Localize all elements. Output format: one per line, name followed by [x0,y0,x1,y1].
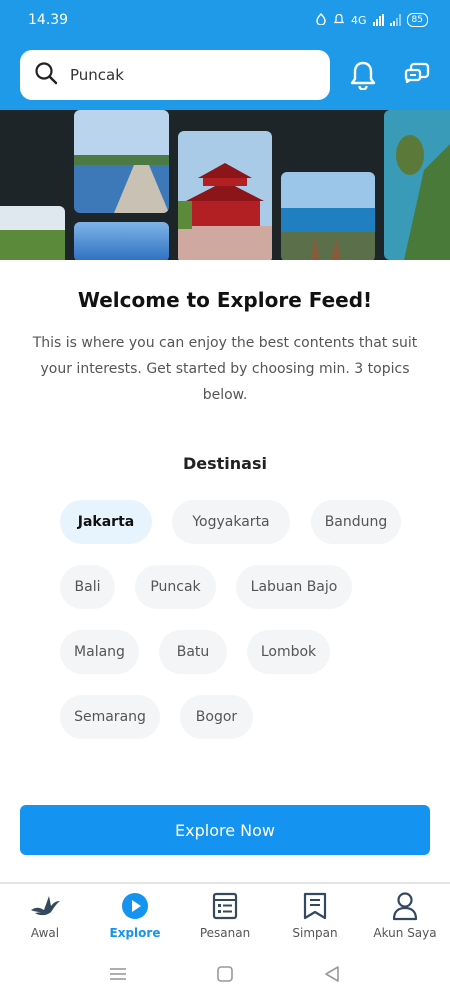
nav-label: Awal [30,926,60,940]
topic-chip-malang[interactable]: Malang [60,630,139,674]
topic-chip-labuan-bajo[interactable]: Labuan Bajo [236,565,352,609]
topic-chip-semarang[interactable]: Semarang [60,695,160,739]
photo-tile-temple [178,131,272,260]
photo-tile-beach [281,172,375,260]
user-icon [392,890,418,922]
app-header [0,40,450,110]
hero-collage [0,110,450,260]
status-time: 14.39 [28,12,69,28]
search-icon [34,61,58,89]
topics-section-title: Destinasi [183,454,267,473]
topic-chip-bali[interactable]: Bali [60,565,115,609]
nav-item-simpan[interactable]: Simpan [270,890,360,948]
nav-item-akun-saya[interactable]: Akun Saya [360,890,450,948]
topic-chip-yogyakarta[interactable]: Yogyakarta [172,500,290,544]
welcome-description: This is where you can enjoy the best con… [32,335,418,403]
topic-chip-lombok[interactable]: Lombok [247,630,330,674]
menu-icon[interactable] [106,964,130,984]
bookmark-icon [302,890,328,922]
search-bar[interactable] [20,50,330,100]
topic-chip-batu[interactable]: Batu [159,630,227,674]
welcome-title: Welcome to Explore Feed! [77,288,373,312]
topic-chip-puncak[interactable]: Puncak [135,565,216,609]
signal-icon-2 [389,14,401,26]
battery-icon: 85 [406,13,428,27]
chat-icon[interactable] [397,55,437,95]
nav-label: Pesanan [199,926,251,940]
photo-tile-water [74,222,169,260]
system-navigation-bar [0,950,450,1000]
topic-chip-bogor[interactable]: Bogor [180,695,253,739]
nav-item-awal[interactable]: Awal [0,890,90,948]
signal-icon [372,14,384,26]
back-icon[interactable] [320,964,344,984]
home-icon[interactable] [213,964,237,984]
orders-list-icon [212,890,238,922]
photo-tile-trees [0,206,65,260]
bird-logo-icon [29,890,61,922]
dnd-icon [333,13,345,28]
photo-tile-pier [74,110,169,213]
nav-label: Explore [109,926,161,940]
nav-item-pesanan[interactable]: Pesanan [180,890,270,948]
nav-item-explore[interactable]: Explore [90,890,180,948]
alarm-icon [315,12,327,28]
network-label: 4G [351,13,367,27]
status-bar: 14.39 4G 85 [0,0,450,40]
nav-label: Simpan [292,926,338,940]
topic-chip-bandung[interactable]: Bandung [311,500,401,544]
bottom-navigation: Awal Explore Pesanan Simpan Akun Saya [0,882,450,950]
topic-chip-jakarta[interactable]: Jakarta [60,500,152,544]
play-circle-icon [121,890,149,922]
search-input[interactable] [70,66,290,84]
photo-tile-cliff [384,110,450,260]
nav-label: Akun Saya [373,926,437,940]
status-icons: 4G 85 [315,12,428,28]
explore-now-button[interactable]: Explore Now [20,805,430,855]
bell-icon[interactable] [343,55,383,95]
